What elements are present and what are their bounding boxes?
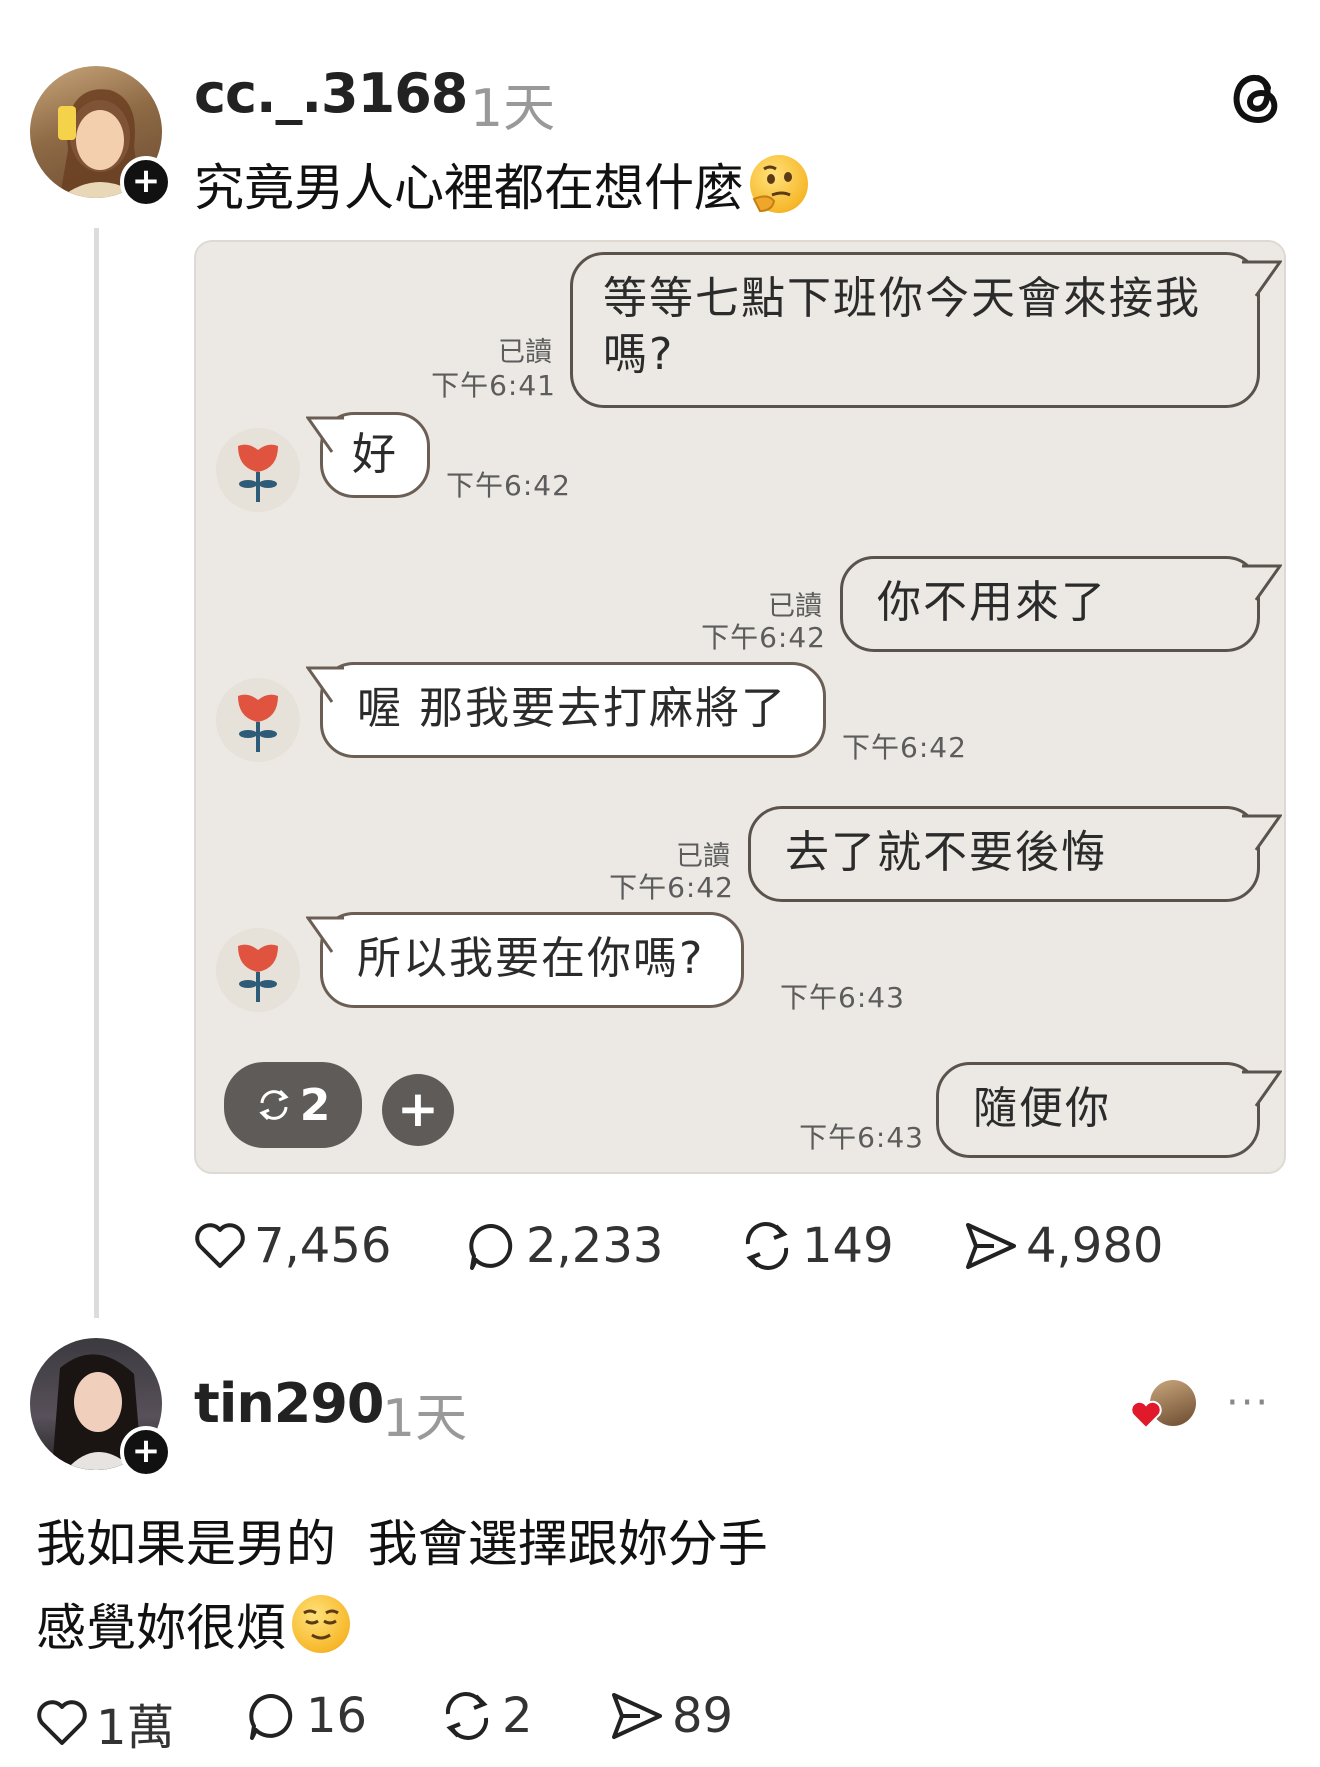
chat-screenshot-image[interactable]: 已讀 下午6:41 等等七點下班你今天會來接我 嗎? 好 下午6:42 已讀 下…: [194, 240, 1286, 1174]
reply-like-count: 1萬: [96, 1700, 175, 1756]
post-time-ago: 1天: [470, 79, 556, 139]
repost-icon: [445, 1692, 489, 1740]
threads-logo-icon[interactable]: [1228, 66, 1282, 126]
message-text: 喔 那我要去打麻將了: [357, 683, 787, 734]
post-text: 究竟男人心裡都在想什麼: [194, 159, 744, 217]
message-time: 下午6:43: [780, 981, 905, 1014]
repost-count: 149: [802, 1218, 894, 1274]
thread-connector-line: [94, 228, 99, 1318]
message-time: 下午6:42: [609, 871, 734, 904]
message-text: 你不用來了: [877, 577, 1107, 628]
chat-bubble-outgoing: 你不用來了: [840, 556, 1260, 652]
message-time: 下午6:42: [446, 469, 571, 502]
author-username[interactable]: cc._.3168: [194, 62, 468, 125]
comment-stat[interactable]: 2,233: [466, 1218, 663, 1274]
chat-bubble-incoming: 喔 那我要去打麻將了: [320, 662, 826, 758]
bubble-tail: [1242, 814, 1282, 851]
share-icon: [966, 1223, 1016, 1269]
reply-repost-count: 2: [502, 1688, 533, 1744]
heart-icon: [37, 1700, 87, 1745]
more-options-button[interactable]: ···: [1226, 1380, 1270, 1426]
reply-text: 感覺妳很煩: [36, 1599, 286, 1657]
message-time: 下午6:42: [701, 621, 826, 654]
message-time: 下午6:41: [431, 369, 556, 402]
reply-share-count: 89: [672, 1688, 734, 1744]
comment-icon: [249, 1693, 293, 1740]
message-time: 下午6:43: [799, 1121, 924, 1154]
reply-like-stat[interactable]: 1萬: [36, 1688, 175, 1758]
contact-avatar-tulip-icon: [216, 678, 300, 762]
message-text: 去了就不要後悔: [785, 827, 1107, 878]
like-count: 7,456: [254, 1218, 392, 1274]
repost-icon: [259, 1089, 289, 1121]
repost-stat[interactable]: 149: [740, 1218, 894, 1274]
chat-bubble-outgoing: 等等七點下班你今天會來接我 嗎?: [570, 252, 1260, 408]
reply-text-line-1: 我如果是男的 我會選擇跟妳分手: [36, 1515, 768, 1573]
share-count: 4,980: [1026, 1218, 1164, 1274]
message-time: 下午6:42: [842, 731, 967, 764]
add-button[interactable]: +: [382, 1074, 454, 1146]
thinking-face-icon: [750, 155, 808, 213]
reply-repost-stat[interactable]: 2: [440, 1688, 533, 1744]
heart-icon: [195, 1223, 245, 1268]
bubble-tail: [1242, 564, 1282, 601]
relieved-face-icon: [292, 1595, 350, 1653]
share-icon: [612, 1693, 662, 1739]
comment-count: 2,233: [526, 1218, 664, 1274]
reply-time-ago: 1天: [382, 1389, 468, 1449]
liked-by-author-indicator: [1130, 1380, 1200, 1432]
repost-count: 2: [299, 1079, 331, 1131]
share-stat[interactable]: 4,980: [964, 1218, 1163, 1274]
message-text: 隨便你: [973, 1083, 1111, 1134]
message-text: 好: [352, 429, 398, 480]
reply-comment-count: 16: [306, 1688, 368, 1744]
bubble-tail: [1242, 1070, 1282, 1107]
bubble-tail: [306, 666, 344, 703]
bubble-tail: [306, 416, 344, 453]
reply-share-stat[interactable]: 89: [610, 1688, 733, 1744]
contact-avatar-tulip-icon: [216, 928, 300, 1012]
message-text: 所以我要在你嗎?: [357, 933, 705, 984]
repost-icon: [745, 1222, 789, 1270]
post-text-line: 究竟男人心裡都在想什麼: [194, 148, 808, 220]
chat-bubble-outgoing: 隨便你: [936, 1062, 1260, 1158]
reply-comment-stat[interactable]: 16: [246, 1688, 367, 1744]
follow-plus-badge[interactable]: +: [120, 156, 172, 208]
message-text: 等等七點下班你今天會來接我: [603, 273, 1201, 324]
reply-username[interactable]: tin290: [194, 1372, 384, 1435]
like-stat[interactable]: 7,456: [194, 1218, 391, 1274]
comment-icon: [469, 1223, 513, 1270]
red-heart-icon: [1130, 1400, 1162, 1430]
chat-bubble-incoming: 所以我要在你嗎?: [320, 912, 744, 1008]
repost-count-pill[interactable]: 2: [224, 1062, 362, 1148]
chat-bubble-outgoing: 去了就不要後悔: [748, 806, 1260, 902]
contact-avatar-tulip-icon: [216, 428, 300, 512]
bubble-tail: [306, 916, 344, 953]
bubble-tail: [1242, 260, 1282, 297]
reply-text-line-2: 感覺妳很煩: [36, 1588, 350, 1660]
message-text: 嗎?: [603, 329, 675, 380]
follow-plus-badge[interactable]: +: [120, 1426, 172, 1478]
